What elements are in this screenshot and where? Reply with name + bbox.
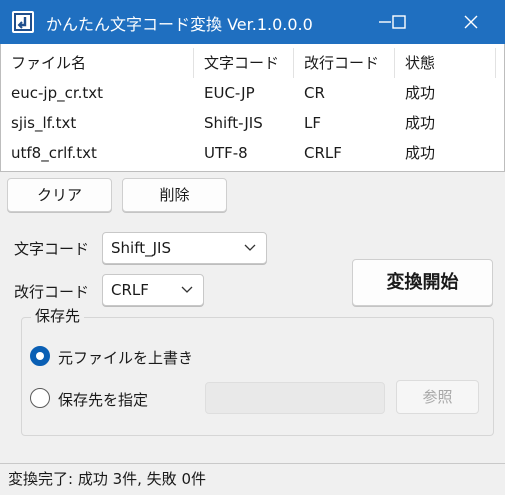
convert-button[interactable]: 変換開始 [352, 259, 493, 306]
cell-filename: utf8_crlf.txt [11, 144, 97, 162]
specify-destination-radio[interactable] [30, 388, 50, 408]
cell-newline: CRLF [304, 144, 342, 162]
table-row[interactable]: sjis_lf.txt Shift-JIS LF 成功 [1, 108, 504, 138]
window-title: かんたん文字コード変換 Ver.1.0.0.0 [46, 15, 313, 34]
cell-status: 成功 [405, 114, 436, 132]
encoding-select[interactable]: Shift_JIS [102, 232, 267, 264]
delete-button[interactable]: 削除 [122, 178, 227, 212]
encoding-selected-value: Shift_JIS [111, 239, 171, 257]
destination-path-field[interactable] [205, 382, 385, 414]
file-list[interactable]: ファイル名 文字コード 改行コード 状態 euc-jp_cr.txt EUC-J… [0, 44, 505, 172]
chevron-down-icon [244, 244, 256, 251]
cell-status: 成功 [405, 144, 436, 162]
browse-button[interactable]: 参照 [396, 380, 479, 414]
clear-button[interactable]: クリア [7, 178, 112, 212]
newline-selected-value: CRLF [111, 281, 149, 299]
column-header-encoding[interactable]: 文字コード [194, 48, 294, 78]
table-row[interactable]: utf8_crlf.txt UTF-8 CRLF 成功 [1, 138, 504, 168]
table-header: ファイル名 文字コード 改行コード 状態 [1, 48, 504, 78]
status-bar: 変換完了: 成功 3件, 失敗 0件 [0, 463, 505, 495]
cell-status: 成功 [405, 84, 436, 102]
encoding-label: 文字コード [14, 240, 90, 258]
title-bar[interactable]: かんたん文字コード変換 Ver.1.0.0.0 [0, 0, 505, 44]
specify-destination-label[interactable]: 保存先を指定 [58, 389, 148, 410]
save-destination-group [21, 317, 494, 436]
newline-select[interactable]: CRLF [102, 274, 204, 306]
status-text: 変換完了: 成功 3件, 失敗 0件 [8, 470, 206, 488]
column-header-filename[interactable]: ファイル名 [1, 48, 194, 78]
cell-filename: sjis_lf.txt [11, 114, 77, 132]
cell-newline: CR [304, 84, 325, 102]
chevron-down-icon [181, 286, 193, 293]
table-row[interactable]: euc-jp_cr.txt EUC-JP CR 成功 [1, 78, 504, 108]
newline-label: 改行コード [14, 283, 90, 301]
cell-filename: euc-jp_cr.txt [11, 84, 104, 102]
app-document-icon [12, 11, 34, 33]
overwrite-label[interactable]: 元ファイルを上書き [58, 347, 193, 368]
cell-encoding: EUC-JP [204, 84, 255, 102]
column-header-newline[interactable]: 改行コード [294, 48, 395, 78]
close-icon [464, 15, 478, 29]
column-header-status[interactable]: 状態 [395, 48, 496, 78]
cell-encoding: Shift-JIS [204, 114, 263, 132]
overwrite-radio[interactable] [30, 346, 50, 366]
cell-newline: LF [304, 114, 321, 132]
maximize-button[interactable] [376, 0, 422, 44]
cell-encoding: UTF-8 [204, 144, 248, 162]
maximize-icon [392, 15, 406, 29]
save-destination-title: 保存先 [31, 305, 85, 326]
close-button[interactable] [448, 0, 494, 44]
